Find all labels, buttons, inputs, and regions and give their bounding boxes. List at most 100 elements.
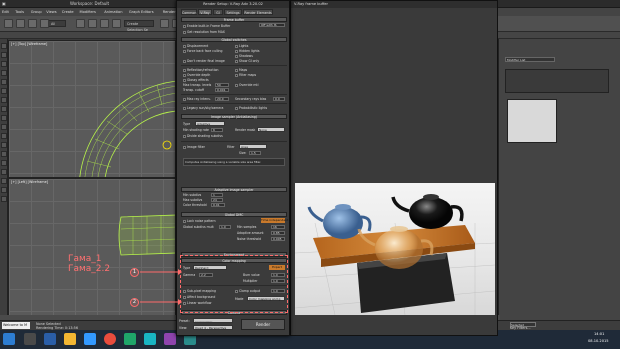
tool-icon[interactable] [1, 133, 7, 139]
max-subdivs-spinner[interactable]: 24 [211, 198, 223, 202]
displacement-checkbox[interactable]: Displacement [183, 44, 208, 48]
menu-item[interactable]: Group [31, 10, 42, 14]
color-threshold-spinner[interactable]: 0.01 [211, 203, 225, 207]
global-switches-rollout[interactable]: Global switches [181, 37, 287, 42]
menu-item[interactable]: Tools [15, 10, 24, 14]
tool-icon[interactable] [1, 124, 7, 130]
viewport-top[interactable]: [+] [Top] [Wireframe] [8, 40, 176, 178]
render-setup-dialog[interactable]: Render Setup: V-Ray Adv 3.20.02 Frame bu… [176, 0, 290, 336]
force-back-checkbox[interactable]: Force back face culling [183, 49, 222, 53]
tool-icon[interactable] [1, 70, 7, 76]
render-mask-dropdown[interactable]: None [257, 127, 285, 132]
start-icon[interactable] [3, 333, 15, 345]
toolbar-tool-icon[interactable] [160, 19, 169, 28]
vray-frame-buffer-window[interactable]: V-Ray frame buffer [290, 0, 498, 336]
tab-gi[interactable]: GI [213, 9, 223, 15]
preset-dropdown[interactable]: ---------------- [193, 318, 233, 323]
selection-filter-dropdown[interactable]: All [48, 20, 66, 27]
noise-threshold-spinner[interactable]: 0.005 [271, 237, 285, 241]
render-button[interactable]: Render [241, 319, 285, 330]
toolbar-tool-icon[interactable] [88, 19, 97, 28]
menu-item[interactable]: Animation [104, 10, 122, 14]
global-dmc-rollout[interactable]: Global DMC [181, 212, 287, 217]
tool-icon[interactable] [1, 88, 7, 94]
taskbar-app-icon[interactable] [84, 333, 96, 345]
viewport-label[interactable]: [+] [Top] [Wireframe] [11, 42, 47, 46]
tab-common[interactable]: Common [181, 9, 197, 15]
modifier-list-dropdown[interactable]: Modifier List [505, 57, 555, 62]
max-transp-spinner[interactable]: 50 [215, 83, 229, 87]
named-selection-dropdown[interactable]: Create Selection Se [124, 20, 154, 32]
maps-checkbox[interactable]: Maps [235, 68, 247, 72]
toolbar-tool-icon[interactable] [76, 19, 85, 28]
min-subdivs-spinner[interactable]: 1 [211, 193, 223, 197]
viewport-label[interactable]: [+] [Left] [Wireframe] [11, 180, 48, 184]
tool-icon[interactable] [1, 61, 7, 67]
taskbar-app-icon[interactable] [164, 333, 176, 345]
probabilistic-lights-checkbox[interactable]: Probabilistic lights [235, 106, 267, 110]
image-filter-checkbox[interactable]: Image filter [183, 145, 205, 149]
get-resolution-checkbox[interactable]: Get resolution from MAX [183, 30, 225, 34]
show-gi-only-checkbox[interactable]: Show GI only [235, 59, 259, 63]
tab-v-ray[interactable]: V-Ray [198, 9, 212, 15]
tool-icon[interactable] [1, 106, 7, 112]
tool-icon[interactable] [1, 52, 7, 58]
toolbar-tool-icon[interactable] [112, 19, 121, 28]
toolbar-tool-icon[interactable] [100, 19, 109, 28]
tool-icon[interactable] [1, 178, 7, 184]
browser-icon[interactable] [104, 333, 116, 345]
min-samples-spinner[interactable]: 16 [271, 225, 285, 229]
folder-icon[interactable] [64, 333, 76, 345]
frame-buffer-rollout[interactable]: Frame buffer [181, 17, 287, 22]
sampler-type-dropdown[interactable]: Adaptive [195, 121, 225, 126]
tool-icon[interactable] [1, 115, 7, 121]
filter-size-spinner[interactable]: 1.5 [249, 151, 261, 155]
workspace-label[interactable]: Workspace: Default [70, 1, 109, 6]
menu-item[interactable]: Create [62, 10, 74, 14]
tool-icon[interactable] [1, 187, 7, 193]
tool-icon[interactable] [1, 43, 7, 49]
min-shading-spinner[interactable]: 6 [211, 128, 223, 132]
toolbar-tool-icon[interactable] [4, 19, 13, 28]
override-depth-checkbox[interactable]: Override depth [183, 73, 210, 77]
toolbar-tool-icon[interactable] [40, 19, 49, 28]
time-independent-button[interactable]: Time independent [261, 218, 288, 223]
view-dropdown[interactable]: Quad 4 - Perspective [193, 325, 233, 330]
transp-cutoff-spinner[interactable]: 0.001 [215, 88, 229, 92]
taskbar-app-icon[interactable] [144, 333, 156, 345]
modifier-stack-list[interactable] [505, 69, 609, 93]
filter-maps-checkbox[interactable]: Filter maps [235, 73, 256, 77]
filter-dropdown[interactable]: Area [239, 144, 267, 149]
enable-vfb-checkbox[interactable]: Enable built-in Frame Buffer [183, 24, 230, 28]
menu-item[interactable]: Modifiers [80, 10, 96, 14]
hidden-lights-checkbox[interactable]: Hidden lights [235, 49, 259, 53]
tool-icon[interactable] [1, 196, 7, 202]
tab-render-elements[interactable]: Render Elements [243, 9, 273, 15]
lock-noise-checkbox[interactable]: Lock noise pattern [183, 219, 216, 223]
taskbar-app-icon[interactable] [44, 333, 56, 345]
tool-icon[interactable] [1, 160, 7, 166]
menu-item[interactable]: Views [46, 10, 56, 14]
toolbar-tool-icon[interactable] [16, 19, 25, 28]
image-sampler-rollout[interactable]: Image sampler (Antialiasing) [181, 114, 287, 119]
tool-icon[interactable] [1, 97, 7, 103]
max-ray-spinner[interactable]: 20.0 [215, 97, 229, 101]
tool-icon[interactable] [1, 151, 7, 157]
taskbar-app-icon[interactable] [124, 333, 136, 345]
glossy-effects-checkbox[interactable]: Glossy effects [183, 78, 209, 82]
global-subdivs-spinner[interactable]: 1.0 [219, 225, 231, 229]
max-ray-checkbox[interactable]: Max ray intens. [183, 97, 211, 101]
vray-option-field[interactable]: Off with IS [259, 23, 285, 27]
maxscript-listener[interactable]: Welcome to M [2, 322, 30, 329]
divide-shading-checkbox[interactable]: Divide shading subdivs [183, 134, 223, 138]
lights-checkbox[interactable]: Lights [235, 44, 248, 48]
menu-item[interactable]: Edit [2, 10, 9, 14]
taskbar-app-icon[interactable] [24, 333, 36, 345]
override-mtl-checkbox[interactable]: Override mtl [235, 83, 258, 87]
reflection-checkbox[interactable]: Reflection/refraction [183, 68, 218, 72]
secondary-rays-spinner[interactable]: 0.0 [273, 97, 285, 101]
legacy-checkbox[interactable]: Legacy sun/sky/camera [183, 106, 223, 110]
dont-render-checkbox[interactable]: Don't render final image [183, 59, 225, 63]
shadows-checkbox[interactable]: Shadows [235, 54, 253, 58]
tab-settings[interactable]: Settings [224, 9, 242, 15]
